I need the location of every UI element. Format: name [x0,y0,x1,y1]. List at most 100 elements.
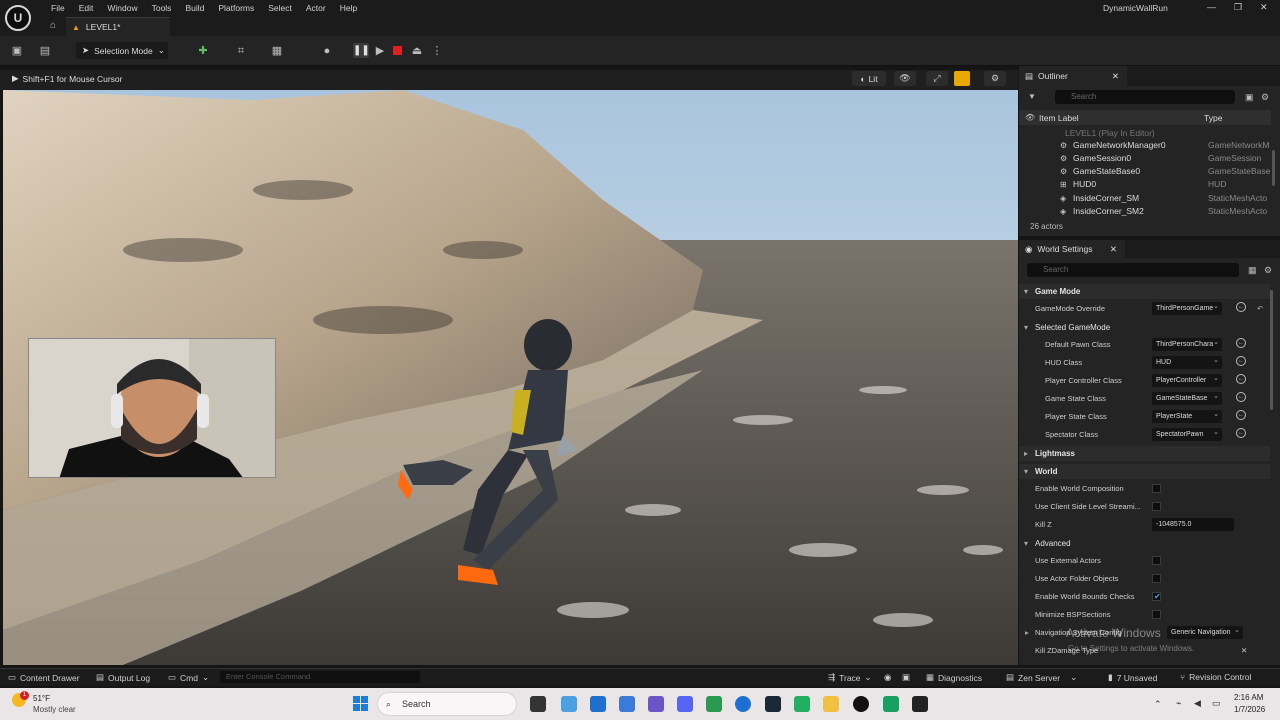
menu-help[interactable]: Help [333,1,364,16]
zen-server-dropdown[interactable]: ▤ Zen Server ⌄ [1006,672,1077,683]
mail-icon[interactable] [619,696,635,712]
table-row[interactable]: ◈ InsideCorner_SM StaticMeshActo [1019,192,1271,205]
section-selected-gamemode[interactable]: Selected GameMode [1019,320,1270,335]
settings-icon[interactable]: ⚙ [1261,92,1269,103]
nav-system-dropdown[interactable]: Generic Navigation [1167,626,1243,639]
menu-edit[interactable]: Edit [72,1,101,16]
content-browser-icon[interactable]: ▤ [38,44,52,58]
view-mode-button[interactable]: ◐ Lit [852,71,886,86]
close-icon[interactable]: ✕ [1112,71,1119,82]
skip-frame-icon[interactable]: ▶ [373,44,387,58]
battery-icon[interactable]: ▭ [1212,698,1221,709]
outlook-icon[interactable] [590,696,606,712]
volume-icon[interactable]: ◀ [1194,698,1201,709]
viewport-settings-icon[interactable]: ⚙ [984,71,1006,86]
content-drawer-button[interactable]: ▭ Content Drawer [8,672,80,683]
menu-build[interactable]: Build [178,1,211,16]
menu-tools[interactable]: Tools [145,1,179,16]
outliner-search-input[interactable]: Search [1055,90,1235,104]
col-item-label[interactable]: Item Label [1039,113,1079,123]
copilot-icon[interactable] [561,696,577,712]
show-flags-icon[interactable]: 👁 [894,71,916,86]
tab-world-settings[interactable]: ◉ World Settings ✕ [1019,240,1125,258]
browse-icon[interactable]: ← [1236,392,1246,402]
outliner-scrollbar[interactable] [1272,150,1275,186]
world-bounds-checkbox[interactable] [1152,588,1161,605]
menu-platforms[interactable]: Platforms [211,1,261,16]
spectator-class-dropdown[interactable]: SpectatorPawn [1152,428,1222,441]
browse-icon[interactable]: ← [1236,302,1246,312]
section-game-mode[interactable]: Game Mode [1019,284,1270,299]
edge-icon[interactable] [706,696,722,712]
stop-button[interactable] [393,46,402,55]
app3-icon[interactable] [912,696,928,712]
discord-icon[interactable] [677,696,693,712]
reset-icon[interactable]: ↶ [1257,300,1263,317]
unreal-taskbar-icon[interactable] [853,696,869,712]
section-lightmass[interactable]: Lightmass [1019,446,1270,461]
home-icon[interactable]: ⌂ [50,20,60,31]
table-row[interactable]: ◈ InsideCorner_SM2 StaticMeshActo [1019,205,1271,218]
settings-icon[interactable]: ⚙ [1264,265,1272,276]
player-controller-dropdown[interactable]: PlayerController [1152,374,1222,387]
capture-icon[interactable]: ▣ [902,672,910,683]
file-explorer-icon[interactable] [823,696,839,712]
network-icon[interactable]: ⌁ [1176,698,1181,709]
unsaved-button[interactable]: ▮ 7 Unsaved [1108,672,1157,683]
diagnostics-button[interactable]: ▦ Diagnostics [926,672,982,683]
section-world[interactable]: World [1019,464,1270,479]
revision-control-button[interactable]: ⑂ Revision Control [1180,672,1251,682]
external-actors-checkbox[interactable] [1152,556,1161,565]
section-advanced[interactable]: Advanced [1019,536,1270,551]
snap-icon[interactable] [954,71,970,86]
minimize-bsp-checkbox[interactable] [1152,610,1161,619]
console-input[interactable]: Enter Console Command [220,671,420,683]
browse-icon[interactable]: ← [1236,374,1246,384]
app2-icon[interactable] [883,696,899,712]
eject-icon[interactable]: ⏏ [410,44,424,58]
steam-icon[interactable] [765,696,781,712]
world-settings-search-input[interactable]: Search [1027,263,1239,277]
clock-time[interactable]: 2:16 AM [1234,693,1263,702]
transform-icon[interactable]: ⤢ [926,71,948,86]
world-settings-scrollbar[interactable] [1270,290,1273,410]
teams-icon[interactable] [648,696,664,712]
hud-class-dropdown[interactable]: HUD [1152,356,1222,369]
table-row[interactable]: ⚙ GameSession0 GameSession [1019,152,1271,165]
table-view-icon[interactable]: ▦ [1248,265,1257,276]
cinematics-icon[interactable]: ▦ [270,44,284,58]
clock-date[interactable]: 1/7/2026 [1234,705,1265,714]
kill-z-input[interactable]: -1048575.0 [1152,518,1234,531]
weather-temp[interactable]: 51°F [33,694,50,703]
output-log-button[interactable]: ▤ Output Log [96,672,150,683]
cmd-dropdown[interactable]: ▭ Cmd ⌄ [168,672,209,683]
browse-icon[interactable]: ← [1236,338,1246,348]
more-options-icon[interactable]: ⋮ [430,44,444,58]
platforms-icon[interactable]: ● [320,44,334,58]
browse-icon[interactable]: ← [1236,428,1246,438]
tab-level[interactable]: ▲ LEVEL1* [66,17,170,36]
menu-window[interactable]: Window [100,1,144,16]
menu-select[interactable]: Select [261,1,299,16]
table-row[interactable]: ⚙ GameStateBase0 GameStateBase [1019,165,1271,178]
close-icon[interactable]: ✕ [1110,244,1117,255]
record-icon[interactable]: ◉ [884,672,891,683]
browse-icon[interactable]: ← [1236,410,1246,420]
close-window-icon[interactable]: ✕ [1260,2,1268,13]
tab-outliner[interactable]: ▤ Outliner ✕ [1019,66,1127,86]
filter-icon[interactable]: ▼ [1028,92,1036,101]
client-streaming-checkbox[interactable] [1152,502,1161,511]
world-composition-checkbox[interactable] [1152,484,1161,493]
game-state-dropdown[interactable]: GameStateBase [1152,392,1222,405]
menu-actor[interactable]: Actor [299,1,333,16]
trace-dropdown[interactable]: ⇶ Trace ⌄ [828,672,872,683]
taskbar-search[interactable]: ⌕ Search [377,692,517,716]
pause-button[interactable]: ❚❚ [353,43,370,58]
app-icon[interactable] [794,696,810,712]
menu-file[interactable]: File [44,1,72,16]
table-row[interactable]: ⊞ HUD0 HUD [1019,178,1271,191]
chrome-icon[interactable] [735,696,751,712]
browse-icon[interactable]: ← [1236,356,1246,366]
blueprint-icon[interactable]: ⌗ [234,44,248,58]
unreal-logo-icon[interactable]: U [5,5,31,31]
